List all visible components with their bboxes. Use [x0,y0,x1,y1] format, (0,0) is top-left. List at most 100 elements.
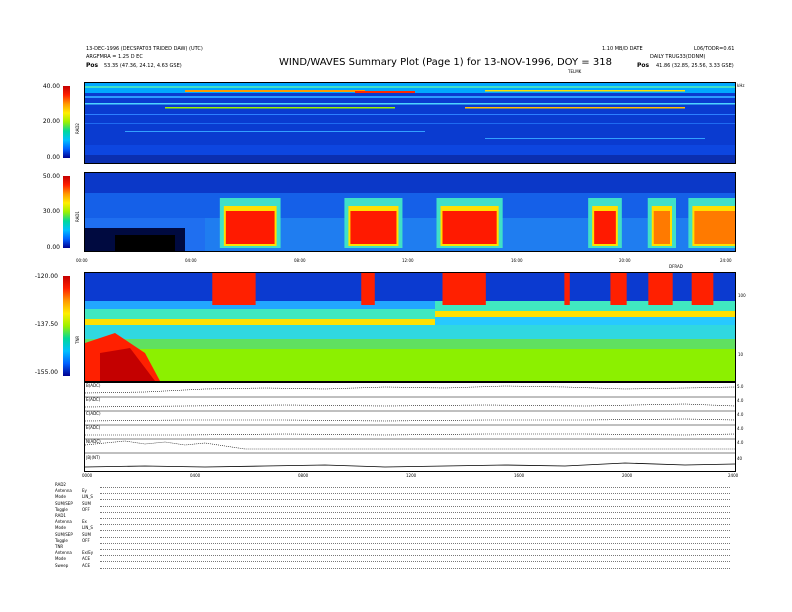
info-dotted-line [100,555,730,557]
info-value: Ex/Ey [82,550,94,556]
time-axis1-4: 16:00 [511,258,523,263]
line-label-4: N(ADC) [86,439,101,444]
tnr-burst-1 [361,273,375,305]
line-label-1: E(ADC) [86,397,101,402]
rad1-burst-0 [225,211,275,244]
time-axis1-5: 20:00 [619,258,631,263]
rad1-tick-bottom: 0.00 [46,244,60,251]
info-key: Mode [55,494,66,500]
info-dotted-line [100,499,730,501]
tnr-spectrogram [84,272,736,382]
time-axis2-1: 0400 [190,473,201,478]
rad2-colorbar [63,86,70,158]
tnr-burst-6 [691,273,714,305]
info-key: RAD2 [55,482,66,487]
header-right-line2: DAILY TRUG33(DDNM) [650,54,706,60]
info-value: LIN_S [82,494,93,500]
info-dotted-line [100,493,730,495]
rad1-colorbar [63,176,70,248]
line-plots [84,382,736,472]
time-axis2-4: 1600 [514,473,525,478]
info-value: ACE [82,556,90,562]
info-value: SUM [82,500,91,506]
tnr-burst-2 [442,273,486,305]
info-key: Toggle [55,537,68,543]
tnr-tick-bottom: -155.00 [34,369,58,376]
header-left-pos-prefix: Pos [86,62,99,69]
header-right-pos-prefix: Pos [637,62,650,69]
info-key: RAD1 [55,513,66,518]
time-axis2-2: 0800 [298,473,309,478]
rad1-burst-1 [350,211,397,244]
time-axis1-3: 12:00 [402,258,414,263]
header-left-line1: 13-DEC-1996 (DECSPAT03 TRIDED DAW) (UTC) [86,46,203,52]
tnr-right-tick-10: 10 [738,352,744,357]
info-value: ACE [82,562,90,568]
info-dotted-line [100,549,730,550]
line-label-5: |B|(NT) [86,455,100,460]
rad2-tick-top: 40.00 [42,83,60,90]
header-left-line3: 53.35 (47.36, 24.12, 4.63 GSE) [104,63,182,69]
line-label-2: C(ADC) [86,411,101,416]
info-dotted-line [100,524,730,526]
tnr-tick-top: -120.00 [34,273,58,280]
info-dotted-line [100,567,730,569]
line-right-2: 4.0 [737,412,744,417]
info-key: Mode [55,556,66,562]
info-dotted-line [100,561,730,563]
tnr-colorbar [63,276,70,376]
info-key: Sweep [55,562,69,568]
line-right-5: 40 [737,456,743,461]
info-dotted-line [100,505,730,507]
line-right-0: 5.0 [737,384,744,389]
rad2-tick-mid: 20.00 [42,118,60,125]
line-right-3: 4.0 [737,426,744,431]
info-value: OFF [82,537,90,543]
time-axis2-3: 1200 [406,473,417,478]
info-key: Antenna [55,519,72,525]
rad1-tick-top: 50.00 [42,173,60,180]
rad2-tick-bottom: 0.00 [46,154,60,161]
rad1-burst-4 [653,211,670,244]
info-value: Ex [82,519,87,525]
rad2-label: RAD2 [75,123,80,134]
rad1-burst-5 [694,211,735,244]
line-label-0: B(ADC) [86,383,101,388]
info-key: TNR [55,544,64,549]
khz-label: kHz [737,83,745,88]
rad2-spectrogram [84,82,736,164]
header-right-line3: 41.86 (32.85, 25.56, 3.33 GSE) [656,63,734,69]
time-axis1-0: 00:00 [76,258,88,263]
tnr-right-tick-100: 100 [738,293,746,298]
rad1-burst-2 [442,211,497,244]
tnr-burst-5 [648,273,673,305]
time-axis2-5: 2000 [622,473,633,478]
header-left-line2: ARGFMRA = 1.25 D EC [86,54,143,60]
info-dotted-line [100,487,730,488]
tnr-label: TNR [75,335,80,344]
info-value: SUM [82,531,91,537]
header-far-right: L06/TODR=0.61 [694,46,735,52]
info-key: SUM/SEP [55,531,73,537]
line-right-4: 4.0 [737,440,744,445]
info-key: Antenna [55,550,72,556]
time-axis1-6: 24:00 [720,258,732,263]
line-right-1: 4.0 [737,398,744,403]
tnr-burst-3 [564,273,570,305]
info-value: LIN_S [82,525,93,531]
header-sub-right: TELMK [568,69,582,74]
info-key: Toggle [55,506,68,512]
info-key: SUM/SEP [55,500,73,506]
info-dotted-line [100,511,730,513]
tnr-burst-0 [212,273,256,305]
tnr-tick-mid: -137.50 [34,321,58,328]
right-rad1-label: DFRAD [669,264,683,269]
line-label-3: E(ADC) [86,425,101,430]
header-right-line1: 1.10 MB/D DATE [602,46,643,52]
rad1-burst-3 [594,211,616,244]
info-dotted-line [100,530,730,532]
info-dotted-line [100,536,730,538]
time-axis1-1: 04:00 [185,258,197,263]
info-dotted-line [100,542,730,544]
time-axis2-0: 0000 [82,473,93,478]
